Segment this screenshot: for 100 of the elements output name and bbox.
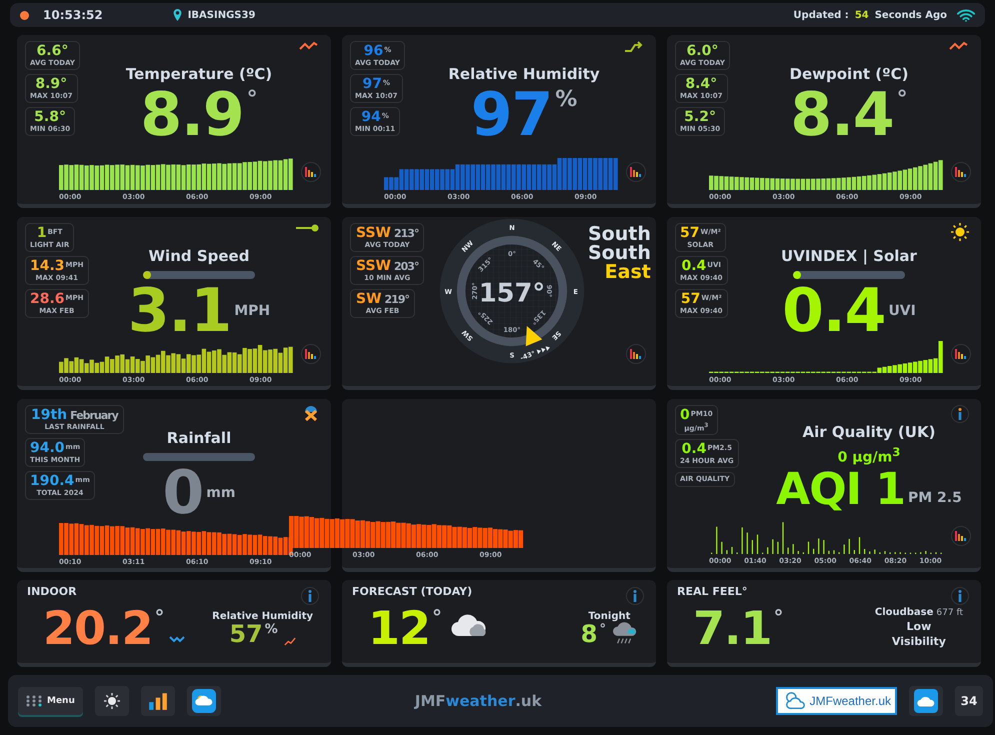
concentration-reading: 0 µg/m$^{3}$	[838, 445, 900, 466]
reading-unit: UVI	[888, 303, 916, 319]
side-label: Relative Humidity	[212, 610, 313, 622]
reading-unit: °	[774, 605, 784, 629]
info-icon[interactable]	[301, 587, 319, 605]
chart-button[interactable]	[301, 344, 321, 364]
chart-button[interactable]	[626, 162, 646, 182]
trend-up-icon	[949, 41, 969, 51]
stat-unit: February	[70, 410, 118, 421]
trend-up-icon	[299, 41, 319, 51]
stat-value: 5.2°	[684, 110, 716, 125]
wave-icon	[168, 635, 184, 643]
main-reading: 8.9	[140, 85, 244, 145]
stat-value: 0	[680, 408, 690, 423]
dots-grid-icon	[26, 695, 42, 707]
location-pin-icon	[172, 9, 182, 21]
brand-name: weather	[446, 692, 516, 710]
stat-value: 5.8°	[34, 110, 66, 125]
stat-value: 0.4	[682, 442, 706, 458]
panel-title: Relative Humidity	[448, 65, 600, 83]
direction-word: East	[604, 263, 651, 282]
cloud-app-button[interactable]	[186, 686, 221, 716]
stat-value: 19th	[31, 408, 68, 423]
calendar-button[interactable]: 34	[955, 686, 983, 716]
stat-value: 190.4	[30, 474, 74, 489]
stat-value: 28.6	[30, 292, 65, 307]
side-reading: 57	[229, 622, 263, 646]
stat-value: 57	[680, 226, 700, 241]
updated-count: 54	[854, 10, 869, 20]
info-icon[interactable]	[951, 587, 969, 605]
reading-unit: %	[555, 87, 578, 112]
side-reading: 8	[580, 622, 598, 646]
panel-title: Rainfall	[166, 429, 232, 447]
brand-name: JMF	[414, 692, 446, 710]
rain-cloud-icon	[612, 622, 638, 646]
sun-button[interactable]	[94, 686, 129, 716]
main-reading: 3.1	[128, 281, 232, 341]
stat-unit: 219°	[384, 294, 409, 306]
main-reading: 12	[368, 605, 430, 651]
main-reading: 97	[470, 85, 552, 145]
main-reading: 20.2	[43, 605, 152, 651]
info-icon[interactable]	[626, 587, 644, 605]
cloud-sun-icon	[192, 689, 216, 713]
logo-text: JMFweather.uk	[810, 694, 891, 708]
stat-value: SW	[356, 292, 382, 307]
stat-value: 6.6°	[36, 44, 68, 59]
chart-button[interactable]	[626, 344, 646, 364]
reading-unit: °	[432, 605, 442, 629]
umbrella-icon	[303, 405, 319, 421]
slider-line-icon	[295, 223, 319, 233]
reading-unit: MPH	[234, 303, 270, 319]
visibility-text: Low Visibility	[890, 620, 947, 650]
main-reading: 0	[162, 463, 204, 523]
bar-chart-icon	[630, 349, 642, 359]
stat-value: SSW	[356, 259, 391, 274]
logo-badge[interactable]: JMFweather.uk	[776, 687, 897, 715]
trend-arrows-icon	[624, 41, 644, 53]
direction-word: South	[588, 225, 651, 244]
stat-value: 57	[680, 292, 700, 307]
stat-value: 8.9°	[35, 77, 68, 92]
reading-unit: °	[896, 87, 908, 112]
main-reading: AQI 1	[776, 468, 905, 512]
stat-value: 14.3	[30, 259, 65, 274]
brand-name: .uk	[515, 692, 542, 710]
status-dot-icon	[20, 10, 29, 20]
stat-value: 94	[361, 110, 381, 125]
trend-up-icon	[284, 636, 296, 646]
stat-value: 8.4°	[685, 77, 718, 92]
side-unit: %	[264, 622, 278, 636]
clock-time: 10:53:52	[43, 8, 103, 22]
wifi-icon	[957, 8, 975, 22]
stat-unit: 203°	[394, 261, 418, 272]
panel-title: Wind Speed	[148, 247, 250, 265]
panel-title: UVINDEX | Solar	[781, 247, 917, 265]
sun-icon	[951, 223, 969, 241]
chart-button[interactable]	[951, 344, 971, 364]
stat-value: 94.0	[30, 441, 65, 456]
reading-unit: °	[246, 87, 258, 112]
chart-button[interactable]	[951, 526, 971, 546]
chart-button[interactable]	[301, 162, 321, 182]
bar-chart-icon	[630, 167, 642, 177]
panel-title: Air Quality (UK)	[802, 423, 936, 441]
side-unit: °	[600, 622, 606, 636]
stat-value: 96	[364, 44, 384, 59]
reading-unit: °	[154, 605, 164, 629]
panel-title: Temperature (ºC)	[126, 65, 272, 83]
bar-chart-icon	[955, 531, 967, 541]
bar-chart-icon	[305, 167, 317, 177]
bar-chart-button[interactable]	[140, 686, 175, 716]
stat-value: 6.0°	[686, 44, 718, 59]
stat-value: 97	[362, 77, 382, 92]
stat-value: 0.4	[681, 259, 706, 274]
menu-button[interactable]: Menu	[18, 687, 83, 715]
chart-button[interactable]	[951, 162, 971, 182]
weather-app-button[interactable]	[909, 686, 943, 716]
updated-suffix: Seconds Ago	[874, 10, 947, 20]
main-reading: 0.4	[782, 281, 886, 341]
direction-word: South	[588, 244, 651, 263]
info-icon[interactable]	[951, 405, 969, 423]
main-reading: 7.1	[693, 605, 772, 651]
